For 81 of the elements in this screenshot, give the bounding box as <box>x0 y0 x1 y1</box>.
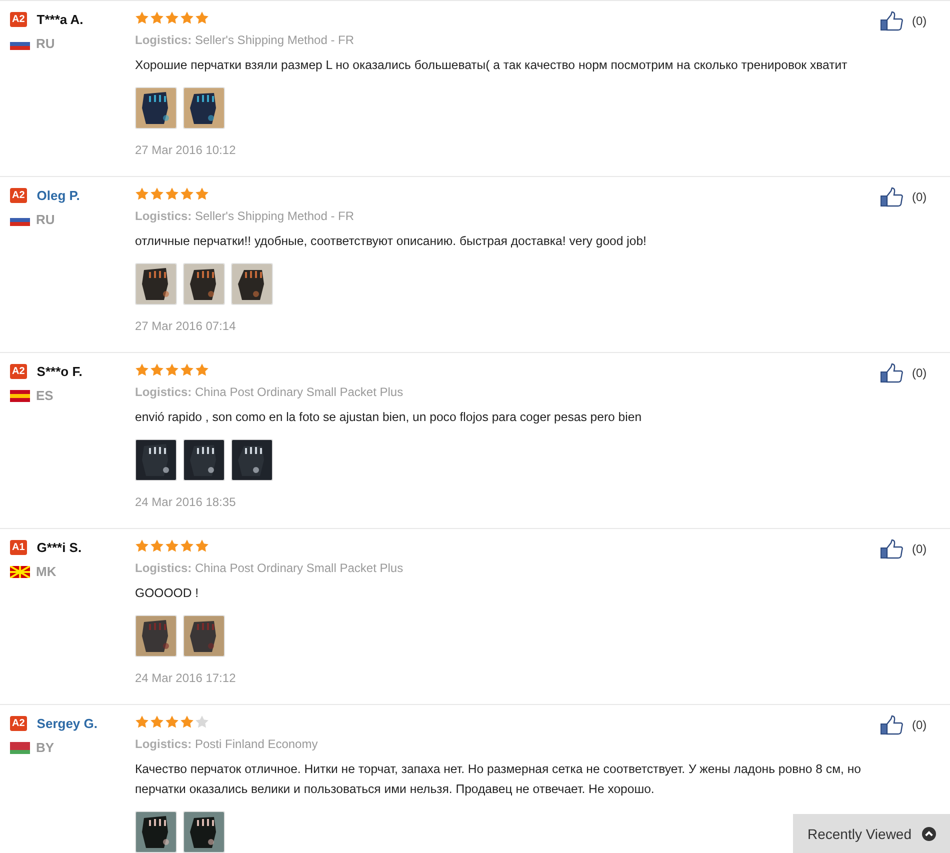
star-icon <box>150 187 164 201</box>
thumbs-up-icon[interactable] <box>880 715 904 735</box>
star-icon <box>150 715 164 729</box>
review-photo[interactable] <box>135 615 177 657</box>
review-photo[interactable] <box>183 811 225 853</box>
chevron-up-icon <box>922 826 936 840</box>
star-icon <box>195 11 209 25</box>
level-badge: A2 <box>10 12 27 26</box>
like-count: (0) <box>912 717 927 734</box>
review-date: 24 Mar 2016 17:12 <box>135 671 237 685</box>
like-count: (0) <box>912 189 927 206</box>
thumbs-up-icon[interactable] <box>880 539 904 559</box>
reviewer-name[interactable]: Oleg P. <box>36 188 80 202</box>
star-icon <box>165 363 179 377</box>
review-text: Хорошие перчатки взяли размер L но оказались большеваты( а так качество норм посмотрим на сколько тренировок хватит <box>135 57 848 74</box>
reviewer-name: T***a A. <box>36 12 84 26</box>
thumbs-up-icon[interactable] <box>880 11 904 31</box>
level-badge: A2 <box>10 188 27 202</box>
thumbs-up-icon[interactable] <box>880 363 904 383</box>
star-icon <box>180 187 194 201</box>
thumbs-up-icon[interactable] <box>880 187 904 207</box>
review-photo[interactable] <box>135 263 177 305</box>
star-icon <box>165 187 179 201</box>
country-code: ES <box>36 388 54 403</box>
country-code: BY <box>36 740 54 755</box>
country-code: RU <box>36 36 55 51</box>
reviewer-name: S***o F. <box>36 364 82 378</box>
star-icon <box>165 539 179 553</box>
star-icon <box>135 539 149 553</box>
star-icon <box>135 715 149 729</box>
level-badge: A1 <box>10 540 27 554</box>
logistics-info: Logistics: China Post Ordinary Small Packet Plus <box>135 560 404 576</box>
star-icon <box>195 539 209 553</box>
like-count: (0) <box>912 541 927 558</box>
review-text: Качество перчаток отличное. Нитки не торчат, запаха нет. Но размерная сетка не соответствует. У жены ладонь ровно 8 см, но перчатки оказались велики и пользоваться ими нельзя. Продавец не отвечает. Не хорошо. <box>135 761 862 798</box>
country-code: MK <box>36 564 56 579</box>
star-icon <box>180 11 194 25</box>
review-photo[interactable] <box>183 439 225 481</box>
review-text: отличные перчатки!! удобные, соответствуют описанию. быстрая доставка! very good job! <box>135 233 648 250</box>
star-icon <box>165 11 179 25</box>
review-photo[interactable] <box>183 263 225 305</box>
review-photo[interactable] <box>231 263 273 305</box>
star-icon <box>195 715 209 729</box>
star-icon <box>195 363 209 377</box>
star-icon <box>150 11 164 25</box>
review-photo[interactable] <box>135 811 177 853</box>
star-icon <box>165 715 179 729</box>
star-icon <box>195 187 209 201</box>
review-photo[interactable] <box>183 615 225 657</box>
review-photo[interactable] <box>135 87 177 129</box>
review-photo[interactable] <box>135 439 177 481</box>
star-icon <box>135 363 149 377</box>
star-icon <box>150 539 164 553</box>
review-photo[interactable] <box>183 87 225 129</box>
country-code: RU <box>36 212 55 227</box>
level-badge: A2 <box>10 364 27 378</box>
star-icon <box>180 539 194 553</box>
level-badge: A2 <box>10 716 27 730</box>
logistics-info: Logistics: China Post Ordinary Small Packet Plus <box>135 384 404 400</box>
logistics-info: Logistics: Posti Finland Economy <box>135 736 319 752</box>
star-icon <box>135 11 149 25</box>
recently-viewed-button[interactable]: Recently Viewed <box>793 814 950 853</box>
like-count: (0) <box>912 13 927 30</box>
review-text: GOOOOD ! <box>135 585 200 602</box>
review-date: 27 Mar 2016 07:14 <box>135 319 237 333</box>
star-icon <box>180 715 194 729</box>
flag-icon <box>10 742 30 754</box>
like-count: (0) <box>912 365 927 382</box>
star-icon <box>135 187 149 201</box>
review-date: 24 Mar 2016 18:35 <box>135 495 237 509</box>
star-icon <box>150 363 164 377</box>
star-icon <box>180 363 194 377</box>
logistics-info: Logistics: Seller's Shipping Method - FR <box>135 208 356 224</box>
review-text: envió rapido , son como en la foto se ajustan bien, un poco flojos para coger pesas pero bien <box>135 409 643 426</box>
review-photo[interactable] <box>231 439 273 481</box>
reviewer-name[interactable]: Sergey G. <box>36 716 98 730</box>
reviewer-name: G***i S. <box>36 540 82 554</box>
review-date: 27 Mar 2016 10:12 <box>135 143 237 157</box>
flag-icon <box>10 390 30 402</box>
flag-icon <box>10 566 30 578</box>
logistics-info: Logistics: Seller's Shipping Method - FR <box>135 32 356 48</box>
